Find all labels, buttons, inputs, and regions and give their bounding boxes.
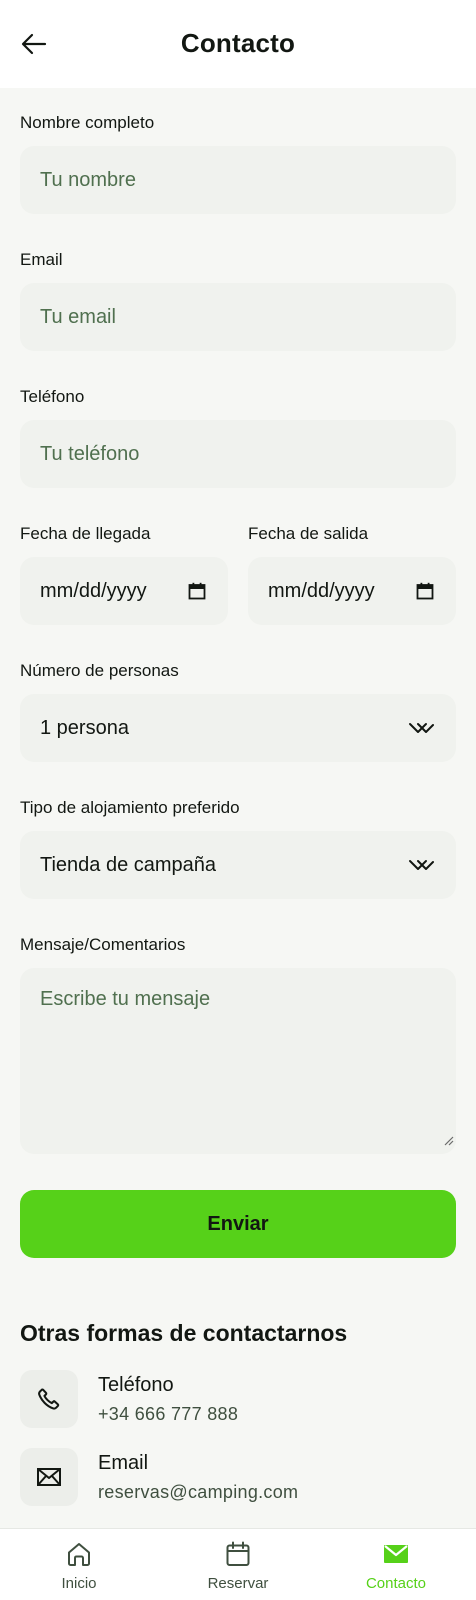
chevron-down-icon <box>408 858 434 872</box>
calendar-picker-icon[interactable] <box>416 582 434 600</box>
resize-handle-icon[interactable] <box>442 1129 454 1152</box>
email-label: Email <box>20 250 63 269</box>
contact-phone-title: Teléfono <box>98 1374 174 1396</box>
calendar-icon <box>226 1541 250 1566</box>
accommodation-label: Tipo de alojamiento preferido <box>20 798 240 817</box>
departure-date-format: mm/dd/yyyy <box>268 579 375 602</box>
guests-selected-value: 1 persona <box>40 716 129 739</box>
nav-label-inicio: Inicio <box>61 1575 97 1592</box>
departure-label: Fecha de salida <box>248 524 369 543</box>
message-label: Mensaje/Comentarios <box>20 935 186 954</box>
message-textarea[interactable]: Escribe tu mensaje <box>20 968 456 1154</box>
arrival-label: Fecha de llegada <box>20 524 151 543</box>
nav-item-inicio[interactable]: Inicio <box>19 1539 139 1592</box>
contact-email-address: reservas@camping.com <box>98 1482 299 1502</box>
arrival-date-format: mm/dd/yyyy <box>40 579 147 602</box>
email-placeholder: Tu email <box>40 305 116 328</box>
phone-placeholder: Tu teléfono <box>40 442 140 465</box>
other-contact-title: Otras formas de contactarnos <box>20 1320 348 1346</box>
nav-label-reservar: Reservar <box>207 1575 269 1592</box>
chevron-down-icon <box>408 721 434 735</box>
mail-icon <box>384 1545 408 1563</box>
contact-email-title: Email <box>98 1452 149 1474</box>
message-placeholder: Escribe tu mensaje <box>40 988 211 1010</box>
mail-icon-box <box>20 1448 78 1506</box>
arrival-date-field[interactable]: mm/dd/yyyy <box>20 557 228 625</box>
name-placeholder: Tu nombre <box>40 168 136 191</box>
phone-label: Teléfono <box>20 387 85 406</box>
calendar-picker-icon[interactable] <box>188 582 206 600</box>
contact-email-item[interactable]: Email reservas@camping.com <box>20 1448 456 1508</box>
submit-button[interactable]: Enviar <box>20 1190 456 1258</box>
nav-item-reservar[interactable]: Reservar <box>178 1539 298 1592</box>
guests-label: Número de personas <box>20 661 179 680</box>
contact-phone-item[interactable]: Teléfono +34 666 777 888 <box>20 1370 456 1430</box>
contact-phone-number: +34 666 777 888 <box>98 1404 239 1424</box>
phone-field[interactable]: Tu teléfono <box>20 420 456 488</box>
home-icon <box>68 1543 90 1566</box>
name-field[interactable]: Tu nombre <box>20 146 456 214</box>
name-label: Nombre completo <box>20 113 155 132</box>
app-header: Contacto <box>0 0 476 88</box>
email-field[interactable]: Tu email <box>20 283 456 351</box>
page-title: Contacto <box>180 28 296 58</box>
phone-icon <box>38 1388 60 1410</box>
nav-label-contacto: Contacto <box>365 1575 427 1592</box>
nav-item-contacto[interactable]: Contacto <box>336 1539 456 1592</box>
departure-date-field[interactable]: mm/dd/yyyy <box>248 557 456 625</box>
guests-select[interactable]: 1 persona <box>20 694 456 762</box>
bottom-navigation: Inicio Reservar Contacto <box>0 1528 476 1600</box>
phone-icon-box <box>20 1370 78 1428</box>
accommodation-selected-value: Tienda de campaña <box>40 853 217 876</box>
mail-icon <box>37 1468 61 1486</box>
accommodation-select[interactable]: Tienda de campaña <box>20 831 456 899</box>
